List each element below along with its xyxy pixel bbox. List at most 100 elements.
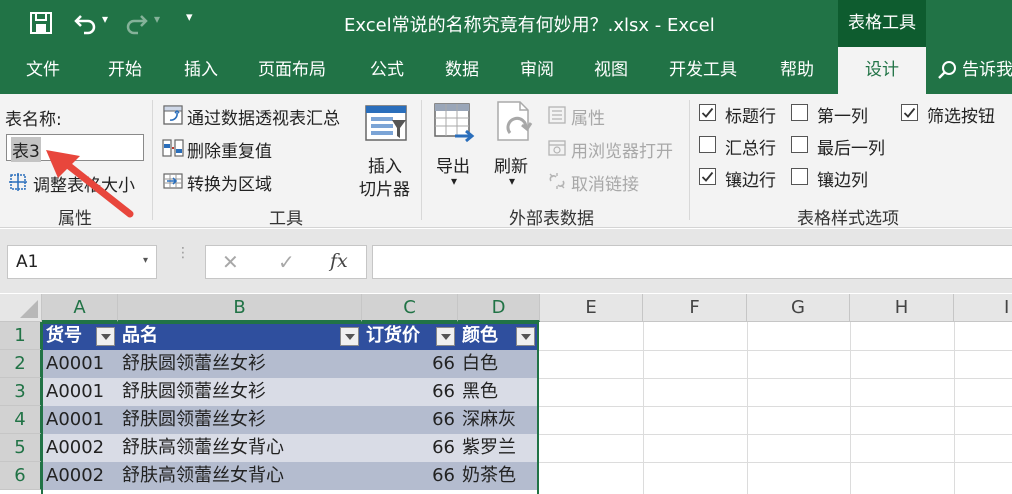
filter-dropdown-icon[interactable] bbox=[96, 327, 115, 346]
column-header-g[interactable]: G bbox=[747, 294, 850, 322]
redo-icon[interactable] bbox=[124, 10, 150, 36]
resize-table-icon bbox=[9, 173, 27, 191]
table-cell[interactable]: 舒肤高领蕾丝女背心 bbox=[119, 462, 362, 490]
insert-function-icon[interactable]: fx bbox=[330, 250, 348, 272]
table-cell[interactable]: 舒肤圆领蕾丝女衫 bbox=[119, 378, 362, 406]
filter-dropdown-icon[interactable] bbox=[340, 327, 359, 346]
column-header-b[interactable]: B bbox=[118, 294, 362, 322]
tab-page-layout[interactable]: 页面布局 bbox=[258, 47, 326, 94]
filter-dropdown-icon[interactable] bbox=[516, 327, 535, 346]
column-header-c[interactable]: C bbox=[362, 294, 458, 322]
tab-view[interactable]: 视图 bbox=[594, 47, 628, 94]
open-in-browser-button[interactable]: 用浏览器打开 bbox=[571, 137, 673, 162]
insert-slicer-label-1[interactable]: 插入 bbox=[368, 152, 402, 177]
select-all-icon bbox=[20, 300, 38, 318]
table-cell[interactable]: 舒肤圆领蕾丝女衫 bbox=[119, 406, 362, 434]
tab-help[interactable]: 帮助 bbox=[780, 47, 814, 94]
unlink-icon bbox=[549, 173, 565, 189]
table-cell[interactable]: A0001 bbox=[43, 350, 118, 378]
context-table-tools: 表格工具 bbox=[838, 0, 926, 47]
gridline bbox=[643, 322, 644, 494]
banded-rows-checkbox[interactable] bbox=[699, 168, 716, 185]
checkmark-icon bbox=[701, 171, 714, 182]
row-header-1[interactable]: 1 bbox=[0, 322, 42, 350]
remove-duplicates-button[interactable]: 删除重复值 bbox=[187, 137, 272, 162]
export-icon bbox=[434, 103, 475, 143]
filter-dropdown-icon[interactable] bbox=[436, 327, 455, 346]
tab-review[interactable]: 审阅 bbox=[520, 47, 554, 94]
redo-dropdown-icon[interactable]: ▾ bbox=[154, 12, 160, 26]
undo-icon[interactable] bbox=[72, 10, 98, 36]
select-all-corner[interactable] bbox=[0, 294, 42, 322]
table-cell[interactable]: 舒肤圆领蕾丝女衫 bbox=[119, 350, 362, 378]
total-row-checkbox[interactable] bbox=[699, 136, 716, 153]
column-header-h[interactable]: H bbox=[850, 294, 954, 322]
first-column-checkbox[interactable] bbox=[791, 104, 808, 121]
row-header-2[interactable]: 2 bbox=[0, 350, 42, 378]
tab-home[interactable]: 开始 bbox=[108, 47, 142, 94]
header-row-checkbox[interactable] bbox=[699, 104, 716, 121]
open-in-browser-icon bbox=[548, 140, 566, 156]
table-cell[interactable]: 深麻灰 bbox=[459, 406, 539, 434]
column-header-a[interactable]: A bbox=[42, 294, 118, 322]
convert-to-range-button[interactable]: 转换为区域 bbox=[187, 170, 272, 195]
enter-icon[interactable]: ✓ bbox=[278, 250, 295, 274]
tab-design[interactable]: 设计 bbox=[838, 47, 926, 94]
table-cell[interactable]: 紫罗兰 bbox=[459, 434, 539, 462]
column-header-d[interactable]: D bbox=[458, 294, 540, 322]
banded-columns-checkbox[interactable] bbox=[791, 168, 808, 185]
pivot-summarize-button[interactable]: 通过数据透视表汇总 bbox=[187, 104, 340, 129]
tell-me-label: 告诉我 bbox=[962, 60, 1012, 80]
total-row-label: 汇总行 bbox=[725, 139, 776, 159]
last-column-checkbox[interactable] bbox=[791, 136, 808, 153]
row-header-4[interactable]: 4 bbox=[0, 406, 42, 434]
undo-dropdown-icon[interactable]: ▾ bbox=[102, 12, 108, 26]
formula-input[interactable] bbox=[372, 245, 1012, 279]
export-dropdown-icon[interactable]: ▾ bbox=[451, 174, 457, 188]
table-cell[interactable]: 奶茶色 bbox=[459, 462, 539, 490]
header-row-label: 标题行 bbox=[725, 107, 776, 127]
formula-bar-grip-icon[interactable]: ⋮ bbox=[176, 246, 190, 260]
table-cell[interactable]: A0002 bbox=[43, 434, 118, 462]
insert-slicer-label-2[interactable]: 切片器 bbox=[359, 175, 410, 200]
table-cell[interactable]: A0001 bbox=[43, 406, 118, 434]
column-header-f[interactable]: F bbox=[643, 294, 747, 322]
table-cell[interactable]: 舒肤高领蕾丝女背心 bbox=[119, 434, 362, 462]
table-cell[interactable]: A0001 bbox=[43, 378, 118, 406]
tab-insert[interactable]: 插入 bbox=[184, 47, 218, 94]
column-header-i[interactable]: I bbox=[954, 294, 1012, 322]
tab-formulas[interactable]: 公式 bbox=[370, 47, 404, 94]
tab-data[interactable]: 数据 bbox=[445, 47, 479, 94]
row-header-3[interactable]: 3 bbox=[0, 378, 42, 406]
save-icon[interactable] bbox=[28, 10, 54, 36]
group-separator bbox=[421, 100, 422, 220]
table-cell[interactable]: 黑色 bbox=[459, 378, 539, 406]
table-cell[interactable]: A0002 bbox=[43, 462, 118, 490]
gridline bbox=[954, 322, 955, 494]
annotation-arrow-icon bbox=[46, 150, 134, 218]
filter-button-checkbox[interactable] bbox=[901, 104, 918, 121]
row-header-6[interactable]: 6 bbox=[0, 462, 42, 490]
customize-qat-icon[interactable]: ▾ bbox=[186, 10, 193, 25]
ribbon-design: 表名称: 表3 调整表格大小 属性 通过数据透视表汇总 删除重复值 转换为区域 … bbox=[0, 94, 1012, 229]
table-header-cell[interactable]: 品名 bbox=[119, 322, 362, 350]
name-box-dropdown-icon[interactable]: ▾ bbox=[143, 255, 148, 266]
table-cell[interactable]: 白色 bbox=[459, 350, 539, 378]
tab-developer[interactable]: 开发工具 bbox=[669, 47, 737, 94]
column-header-e[interactable]: E bbox=[540, 294, 643, 322]
external-properties-button[interactable]: 属性 bbox=[571, 104, 605, 129]
row-header-5[interactable]: 5 bbox=[0, 434, 42, 462]
refresh-dropdown-icon[interactable]: ▾ bbox=[509, 174, 515, 188]
table-cell[interactable]: 66 bbox=[363, 350, 458, 378]
table-cell[interactable]: 66 bbox=[363, 434, 458, 462]
table-cell[interactable]: 66 bbox=[363, 378, 458, 406]
table-cell[interactable]: 66 bbox=[363, 462, 458, 490]
tab-file[interactable]: 文件 bbox=[26, 47, 60, 94]
tell-me-search[interactable]: 告诉我 bbox=[936, 47, 1012, 94]
table-cell[interactable]: 66 bbox=[363, 406, 458, 434]
cancel-icon[interactable]: ✕ bbox=[222, 250, 239, 274]
banded-columns-label: 镶边列 bbox=[817, 171, 868, 191]
unlink-button[interactable]: 取消链接 bbox=[571, 170, 639, 195]
name-box[interactable]: A1 ▾ bbox=[7, 245, 157, 279]
gridline bbox=[747, 322, 748, 494]
